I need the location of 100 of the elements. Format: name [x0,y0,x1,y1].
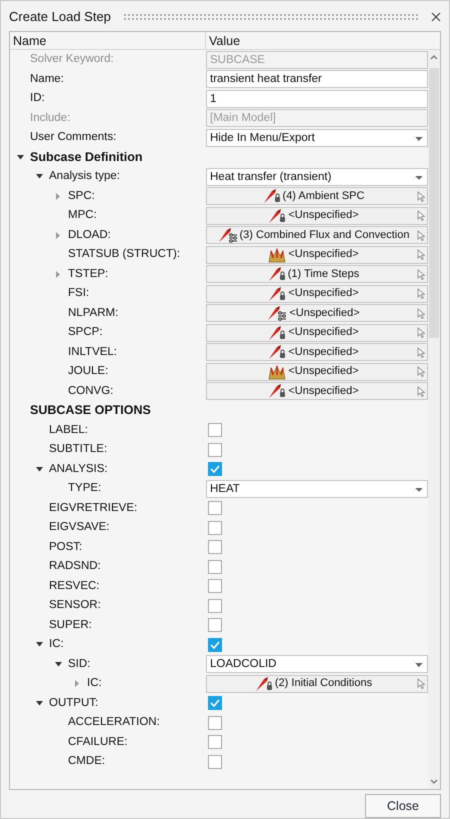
check-icon [210,699,220,708]
checkbox[interactable] [208,540,222,554]
cursor-icon [417,386,425,397]
checkbox[interactable] [208,638,222,652]
text-field[interactable]: transient heat transfer [206,70,428,88]
checkbox[interactable] [208,754,222,769]
entity-selector[interactable]: <Unspecified> [206,304,428,322]
checkbox[interactable] [208,423,222,438]
entity-selector[interactable]: <Unspecified> [206,324,428,342]
crown-icon [268,364,286,380]
collapse-arrow-icon[interactable] [36,700,42,706]
cursor-icon [417,249,425,260]
entity-selector[interactable]: <Unspecified> [206,343,428,362]
window-title: Create Load Step [9,8,111,26]
checkbox[interactable] [208,716,222,730]
load-list-icon [267,305,288,322]
collapse-arrow-icon[interactable] [16,154,24,160]
property-label: JOULE: [68,364,108,380]
cursor-icon [417,678,425,690]
load-lock-icon [268,208,286,224]
column-header[interactable]: Value [206,32,440,50]
cursor-icon [417,308,425,319]
load-lock-icon [262,188,281,204]
property-label: RESVEC: [49,578,100,594]
cursor-icon [417,190,425,202]
property-label: CFAILURE: [68,734,128,750]
cursor-icon [417,288,425,300]
collapse-arrow-icon[interactable] [36,174,42,180]
load-lock-icon [268,383,286,400]
property-label: IC: [49,637,64,652]
close-icon[interactable] [431,12,441,22]
crown-icon [268,246,286,263]
property-label: LABEL: [49,422,88,438]
property-label: INLTVEL: [68,344,117,360]
property-label: ID: [30,91,45,106]
property-label: TYPE: [68,481,102,496]
dropdown[interactable]: HEAT [206,480,428,498]
load-list-icon [218,227,238,244]
property-label: EIGVSAVE: [49,520,110,536]
section-heading: SUBCASE OPTIONS [30,402,151,420]
load-lock-icon [268,286,286,302]
entity-selector[interactable]: <Unspecified> [206,284,428,303]
checkbox[interactable] [208,618,222,632]
cursor-icon [417,210,425,222]
cursor-icon [417,268,425,280]
expand-arrow-icon[interactable] [56,232,60,239]
entity-selector[interactable]: <Unspecified> [206,382,428,400]
checkbox[interactable] [208,696,222,710]
load-lock-icon [268,266,286,282]
checkbox[interactable] [208,442,222,457]
expand-arrow-icon[interactable] [74,680,80,688]
entity-selector[interactable]: (4) Ambient SPC [206,187,428,206]
expand-arrow-icon[interactable] [56,192,60,200]
entity-selector[interactable]: <Unspecified> [206,246,428,264]
cursor-icon [417,230,425,241]
collapse-arrow-icon[interactable] [54,662,62,667]
column-header[interactable]: Name [10,32,206,50]
scroll-down-icon[interactable] [430,779,438,785]
section-heading: Subcase Definition [30,148,143,166]
property-label: Solver Keyword: [30,52,114,68]
property-label: User Comments: [30,130,116,146]
property-label: OUTPUT: [49,696,98,711]
property-label: POST: [49,540,82,555]
checkbox[interactable] [208,520,222,535]
entity-selector[interactable]: <Unspecified> [206,362,428,381]
property-label: NLPARM: [68,306,118,321]
entity-selector[interactable]: (2) Initial Conditions [206,674,428,693]
entity-selector[interactable]: (3) Combined Flux and Convection [206,226,428,244]
entity-selector[interactable]: (1) Time Steps [206,265,428,284]
dropdown[interactable]: LOADCOLID [206,655,428,674]
cursor-icon [417,327,425,338]
dropdown[interactable]: Hide In Menu/Export [206,128,428,147]
text-field[interactable]: 1 [206,90,428,108]
checkbox[interactable] [208,598,222,613]
entity-selector[interactable]: <Unspecified> [206,206,428,225]
checkbox[interactable] [208,560,222,574]
property-label: STATSUB (STRUCT): [68,247,180,262]
cursor-icon [417,346,425,358]
load-lock-icon [268,324,286,341]
property-label: EIGVRETRIEVE: [49,500,138,516]
check-icon [210,640,220,649]
property-label: SUPER: [49,618,92,633]
scrollbar-thumb[interactable] [429,68,439,338]
checkbox[interactable] [208,735,222,750]
property-label: Analysis type: [49,169,120,184]
checkbox[interactable] [208,579,222,594]
dropdown[interactable]: Heat transfer (transient) [206,168,428,186]
checkbox[interactable] [208,501,222,516]
collapse-arrow-icon[interactable] [36,642,42,648]
property-label: CONVG: [68,384,114,399]
checkbox[interactable] [208,462,222,476]
expand-arrow-icon[interactable] [56,270,60,278]
property-label: ANALYSIS: [49,462,108,477]
scroll-up-icon[interactable] [430,54,438,60]
collapse-arrow-icon[interactable] [36,466,42,472]
property-label: SUBTITLE: [49,442,108,458]
close-button[interactable]: Close [365,794,441,818]
load-lock-icon [268,344,286,360]
property-label: MPC: [68,208,97,224]
scrollbar[interactable] [428,50,440,789]
